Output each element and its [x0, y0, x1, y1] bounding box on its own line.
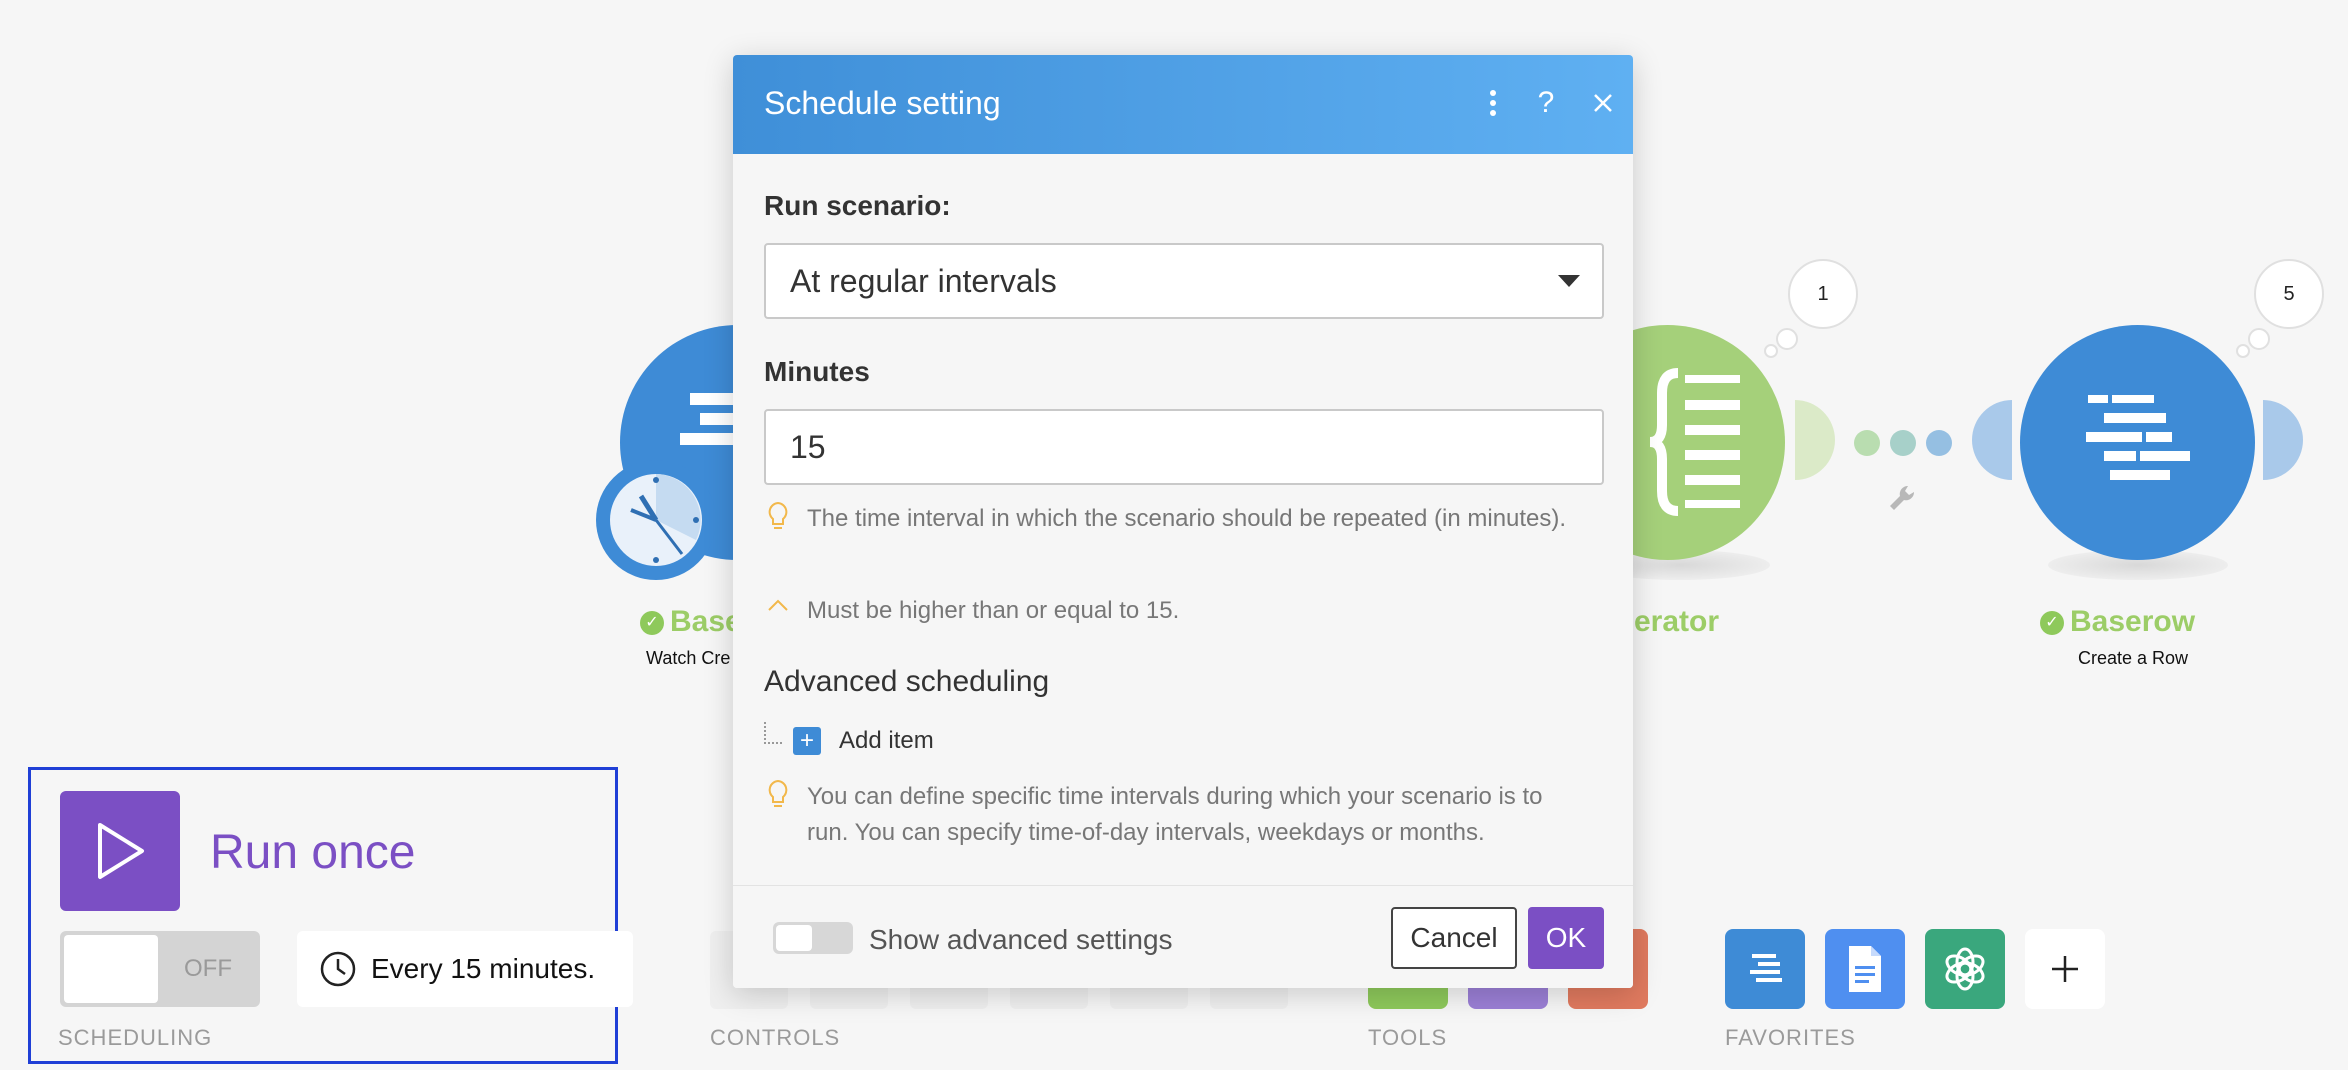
hint-minimum: Must be higher than or equal to 15.: [807, 597, 1180, 624]
module-title-iterator: erator: [1634, 605, 1720, 638]
ok-button[interactable]: OK: [1528, 907, 1604, 969]
iterator-ops-bubble: 1: [1788, 259, 1858, 329]
chevron-down-icon: [1558, 275, 1580, 287]
google-docs-icon: [1849, 946, 1881, 992]
module-title-baserow-create: ✓ Baserow: [2040, 605, 2195, 639]
minutes-input[interactable]: 15: [764, 409, 1604, 485]
close-icon[interactable]: [1583, 83, 1623, 123]
baserow-connector-left: [1972, 400, 2012, 480]
minutes-label: Minutes: [764, 356, 870, 387]
hint-interval: The time interval in which the scenario …: [807, 505, 1567, 532]
run-scenario-value: At regular intervals: [790, 263, 1057, 299]
dialog-title: Schedule setting: [764, 85, 1001, 121]
toggle-label: OFF: [184, 955, 232, 982]
run-once-button[interactable]: [60, 791, 180, 911]
wrench-icon[interactable]: [1884, 480, 1920, 516]
lightbulb-icon: [766, 778, 790, 815]
module-subtitle-baserow-watch: Watch Cre: [646, 648, 731, 668]
toggle-knob: [64, 935, 158, 1003]
show-advanced-toggle[interactable]: [773, 922, 853, 954]
section-label-favorites: FAVORITES: [1725, 1025, 1856, 1050]
iterator-connector-right: [1795, 400, 1835, 480]
run-scenario-label: Run scenario:: [764, 190, 951, 221]
schedule-setting-dialog: Schedule setting ? Run scenario: At regu…: [733, 55, 1633, 988]
hint-advanced: You can define specific time intervals d…: [807, 783, 1543, 846]
scheduling-toggle[interactable]: OFF: [60, 931, 260, 1007]
add-favorite-button[interactable]: [2025, 929, 2105, 1009]
check-icon: ✓: [640, 611, 664, 636]
route-dot: [1890, 430, 1916, 456]
tree-connector: [764, 722, 782, 744]
advanced-scheduling-label: Advanced scheduling: [764, 665, 1050, 698]
bubble-tail: [2236, 344, 2250, 358]
baserow-create-module[interactable]: [2020, 325, 2255, 560]
module-subtitle-baserow-create: Create a Row: [2078, 648, 2189, 668]
section-label-scheduling: SCHEDULING: [58, 1025, 213, 1050]
module-title-baserow-watch: ✓ Base: [640, 605, 742, 639]
route-dot: [1854, 430, 1880, 456]
bubble-tail: [2248, 328, 2270, 350]
section-label-controls: CONTROLS: [710, 1025, 841, 1050]
dialog-header: Schedule setting ?: [733, 55, 1633, 154]
section-label-tools: TOOLS: [1368, 1025, 1448, 1050]
lightbulb-icon: [766, 500, 790, 537]
show-advanced-label[interactable]: Show advanced settings: [869, 924, 1173, 956]
bubble-tail: [1776, 328, 1798, 350]
clock-badge-icon: [596, 460, 716, 580]
schedule-interval-button[interactable]: Every 15 minutes.: [297, 931, 633, 1007]
plus-icon: +: [793, 727, 821, 755]
bubble-tail: [1764, 344, 1778, 358]
baserow-logo-icon: [2086, 395, 2190, 480]
add-item-label: Add item: [839, 727, 934, 754]
favorite-google-docs-button[interactable]: [1825, 929, 1905, 1009]
route-dot: [1926, 430, 1952, 456]
toggle-knob: [776, 925, 812, 951]
interval-text: Every 15 minutes.: [371, 953, 596, 984]
baserow-ops-bubble: 5: [2254, 259, 2324, 329]
play-icon: [98, 823, 144, 879]
favorite-baserow-button[interactable]: [1725, 929, 1805, 1009]
help-icon[interactable]: ?: [1526, 83, 1566, 123]
favorite-openai-button[interactable]: [1925, 929, 2005, 1009]
more-options-icon[interactable]: [1473, 83, 1513, 123]
clock-icon: [320, 951, 356, 987]
plus-icon: [2052, 956, 2078, 982]
baserow-icon: [1750, 954, 1782, 982]
chevron-up-icon: [766, 595, 790, 620]
baserow-connector-right: [2263, 400, 2303, 480]
openai-icon: [1945, 947, 1985, 991]
dialog-footer: Show advanced settings Cancel OK: [733, 885, 1633, 988]
cancel-button[interactable]: Cancel: [1391, 907, 1517, 969]
check-icon: ✓: [2040, 611, 2064, 636]
add-item-button[interactable]: + Add item: [793, 727, 934, 755]
run-scenario-select[interactable]: At regular intervals: [764, 243, 1604, 319]
run-once-label[interactable]: Run once: [210, 825, 415, 880]
